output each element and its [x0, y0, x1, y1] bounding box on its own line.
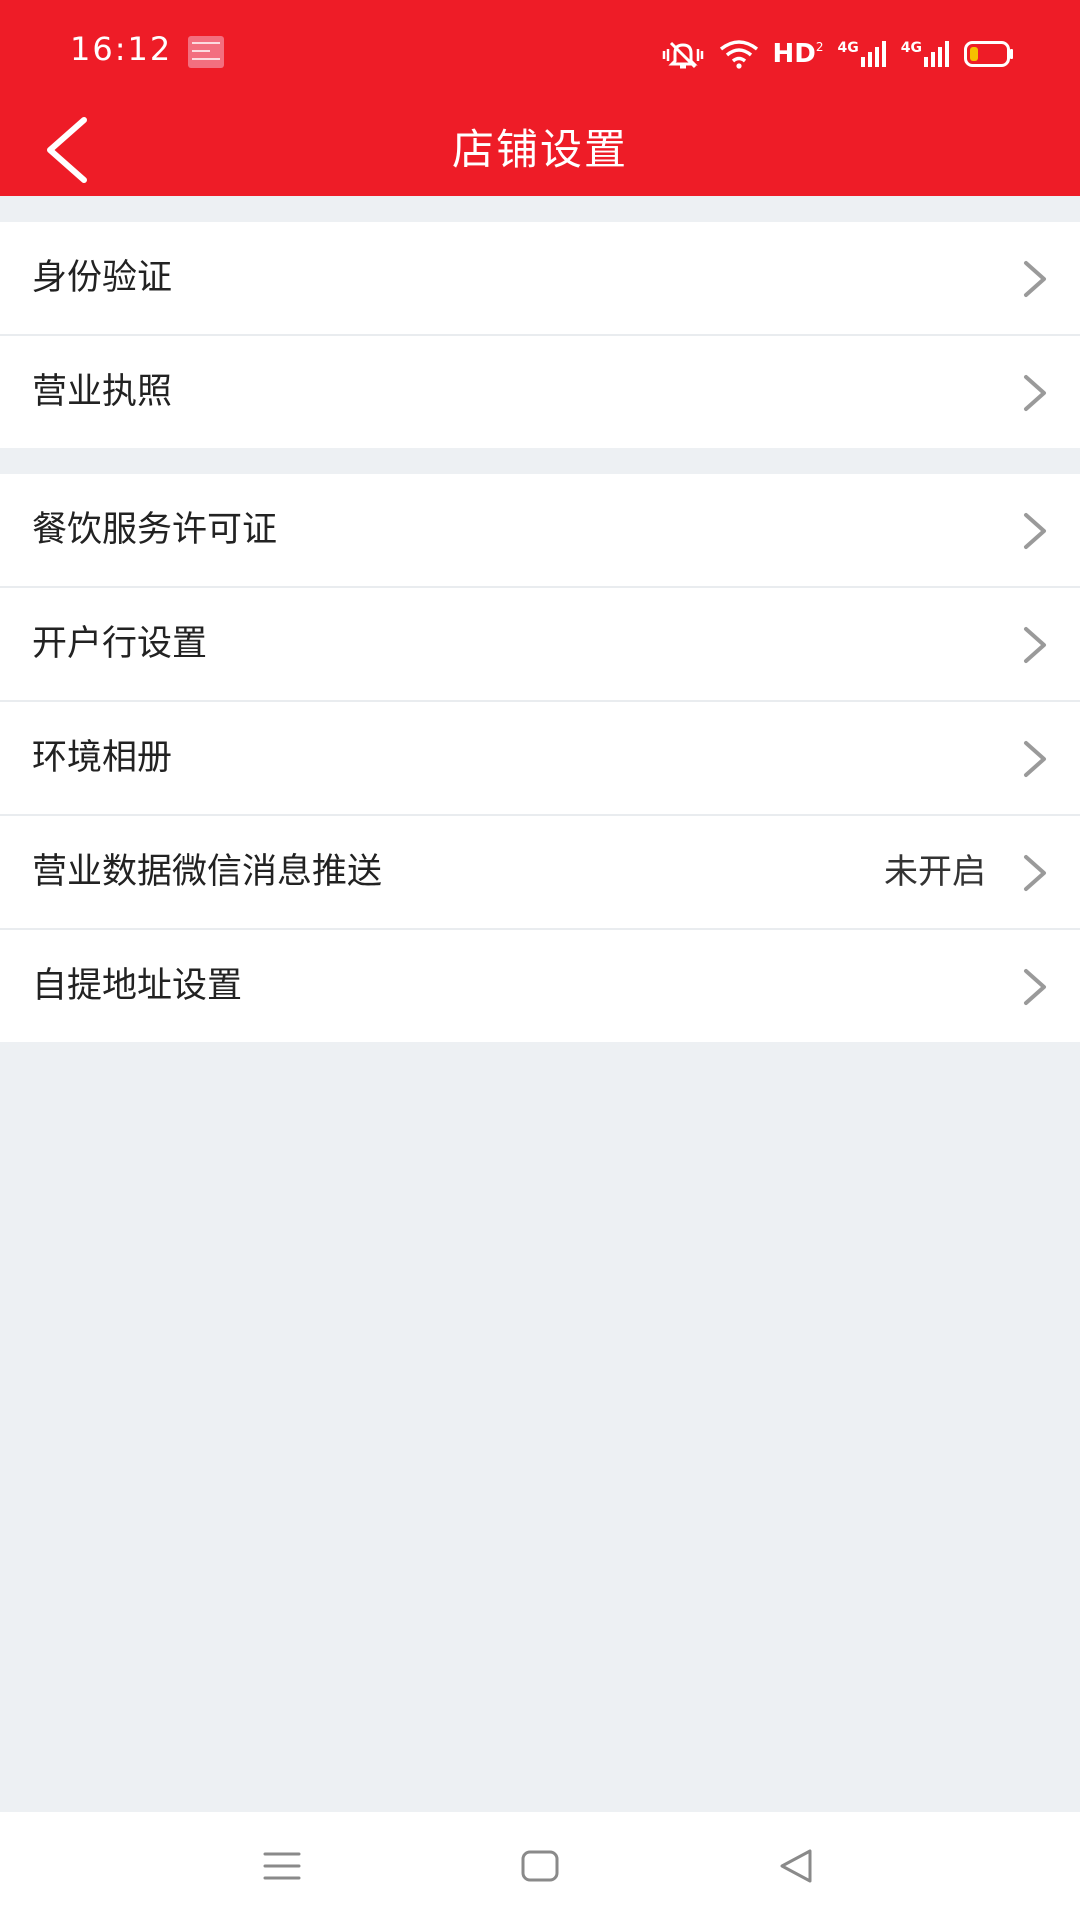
chevron-right-icon — [1024, 627, 1046, 663]
chevron-right-icon — [1024, 513, 1046, 549]
hd-voice-indicator: HD2 — [772, 39, 824, 69]
system-navigation-bar — [0, 1812, 1080, 1920]
wifi-icon — [719, 39, 759, 69]
item-label: 自提地址设置 — [32, 966, 243, 1006]
system-home-button[interactable] — [510, 1836, 570, 1896]
list-item-identity-verification[interactable]: 身份验证 — [0, 222, 1080, 334]
item-label: 营业数据微信消息推送 — [32, 852, 383, 892]
status-bar: 16:12 HD2 4G 4G — [0, 0, 1080, 104]
list-item-bank-account-settings[interactable]: 开户行设置 — [0, 586, 1080, 700]
back-triangle-icon — [780, 1849, 812, 1883]
status-icons: HD2 4G 4G — [661, 34, 1014, 74]
item-label: 餐饮服务许可证 — [32, 510, 278, 550]
list-item-environment-album[interactable]: 环境相册 — [0, 700, 1080, 814]
navigation-bar: 店铺设置 — [0, 104, 1080, 196]
menu-icon — [263, 1852, 301, 1880]
battery-icon — [964, 41, 1014, 67]
list-item-wechat-push[interactable]: 营业数据微信消息推送 未开启 — [0, 814, 1080, 928]
item-status-value: 未开启 — [884, 852, 986, 892]
notification-thumbnail-icon — [188, 36, 224, 68]
home-icon — [521, 1850, 559, 1882]
chevron-right-icon — [1024, 375, 1046, 411]
chevron-right-icon — [1024, 855, 1046, 891]
item-label: 环境相册 — [32, 738, 173, 778]
app-header: 16:12 HD2 4G 4G 店铺设置 — [0, 0, 1080, 196]
list-item-food-service-permit[interactable]: 餐饮服务许可证 — [0, 474, 1080, 586]
settings-group-2: 餐饮服务许可证 开户行设置 环境相册 营业数据微信消息推送 未开启 自提地址设置 — [0, 474, 1080, 1042]
signal-4g-icon: 4G — [838, 41, 887, 67]
list-item-business-license[interactable]: 营业执照 — [0, 334, 1080, 448]
item-label: 营业执照 — [32, 372, 173, 412]
vibrate-mute-icon — [661, 37, 705, 71]
signal-4g-icon: 4G — [901, 41, 950, 67]
chevron-right-icon — [1024, 741, 1046, 777]
list-item-pickup-address[interactable]: 自提地址设置 — [0, 928, 1080, 1042]
page-title: 店铺设置 — [451, 125, 628, 174]
status-time: 16:12 — [70, 30, 173, 68]
item-label: 身份验证 — [32, 258, 173, 298]
chevron-right-icon — [1024, 261, 1046, 297]
chevron-right-icon — [1024, 969, 1046, 1005]
system-back-button[interactable] — [766, 1836, 826, 1896]
item-label: 开户行设置 — [32, 624, 208, 664]
settings-group-1: 身份验证 营业执照 — [0, 222, 1080, 448]
system-menu-button[interactable] — [252, 1836, 312, 1896]
